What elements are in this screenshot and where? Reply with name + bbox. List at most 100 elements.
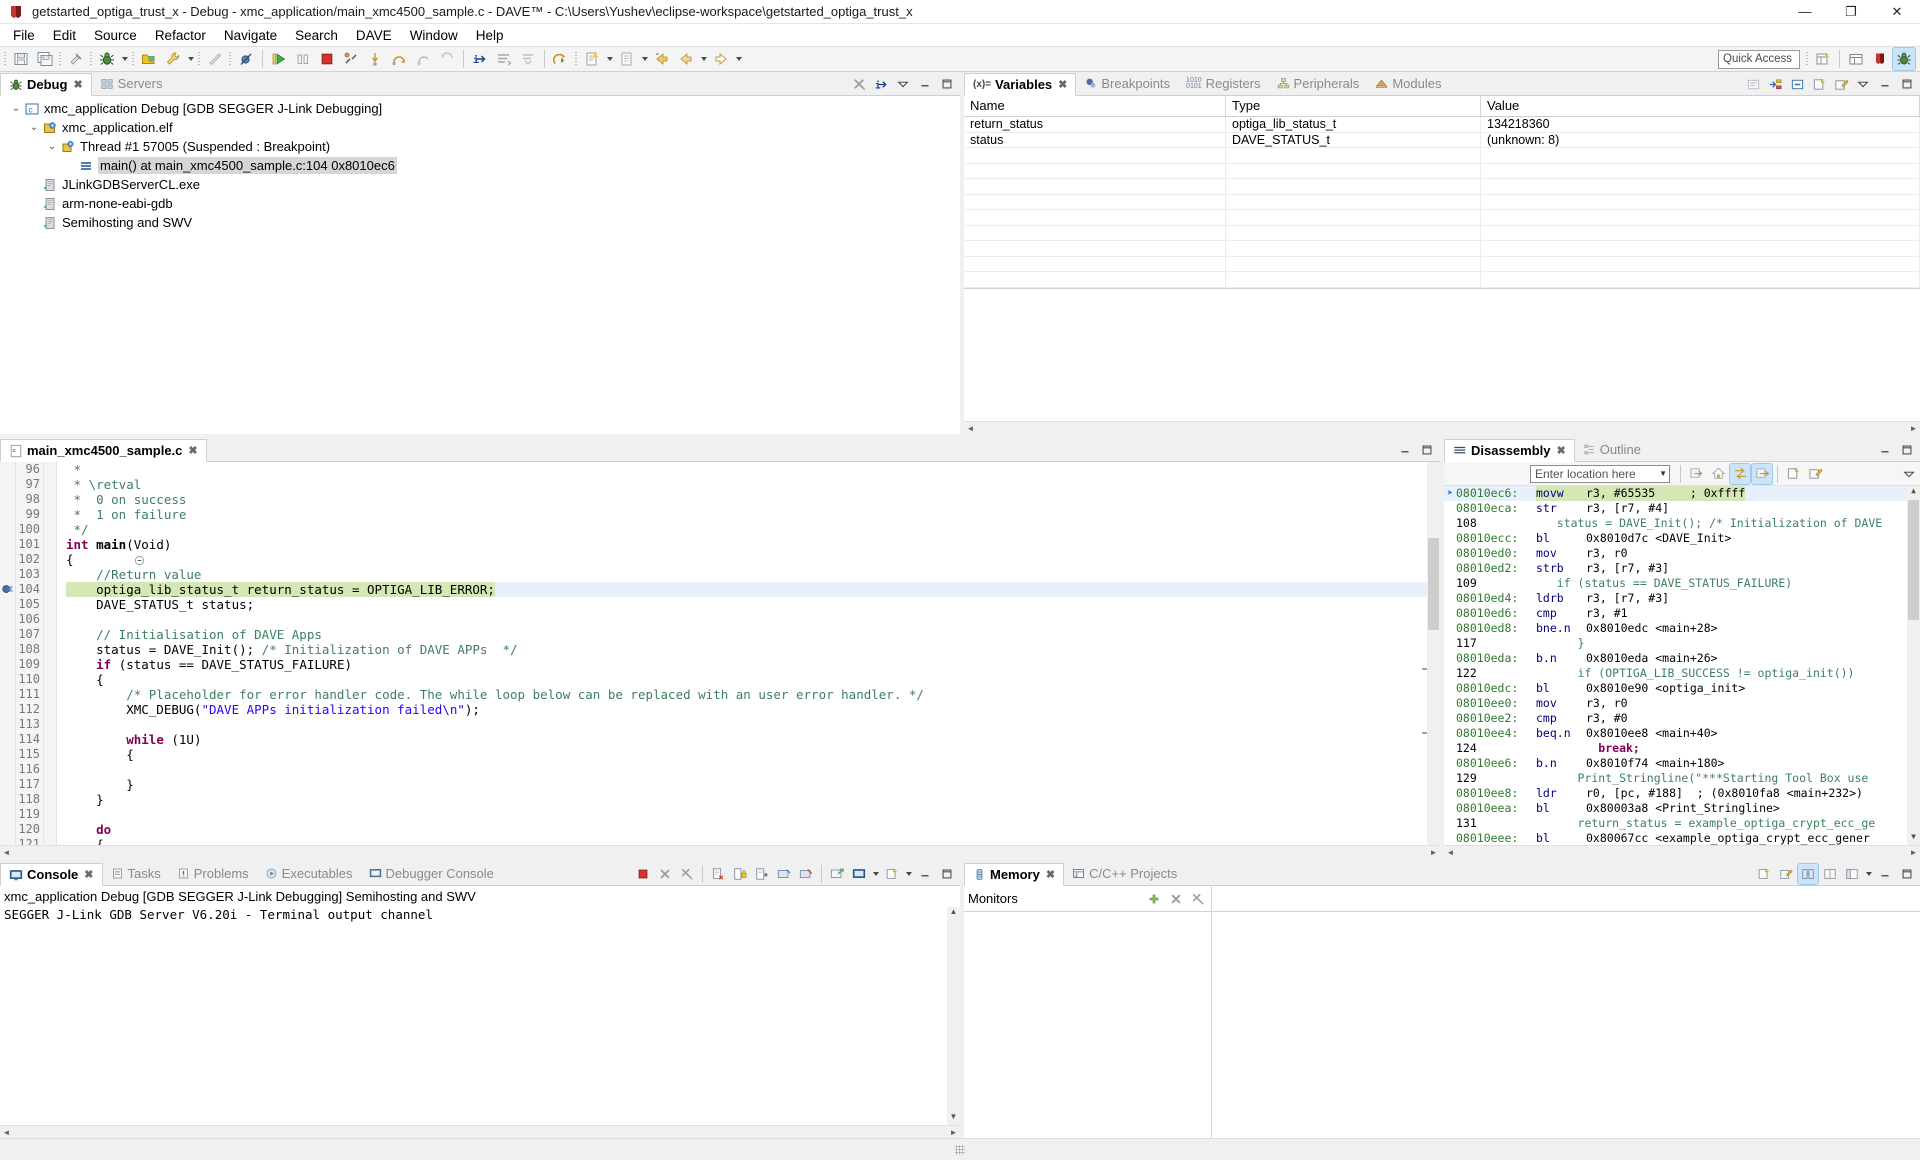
chevron-down-icon[interactable]: ⌄: [26, 120, 42, 136]
variable-value-cell[interactable]: (unknown: 8): [1481, 133, 1920, 148]
show-logical-structure-button[interactable]: [1765, 74, 1785, 94]
open-project-button[interactable]: [138, 48, 160, 70]
disassembly-row[interactable]: 08010ee8: ldr r0, [pc, #188] ; (0x8010fa…: [1444, 786, 1907, 801]
link-with-active-debug-context-button[interactable]: [1686, 464, 1706, 484]
menu-dave[interactable]: DAVE: [347, 26, 401, 45]
instruction-stepping-button[interactable]: i: [469, 48, 491, 70]
variables-horizontal-scrollbar[interactable]: ◄ ►: [964, 421, 1920, 434]
debug-tree[interactable]: ⌄ c xmc_application Debug [GDB SEGGER J-…: [0, 96, 960, 434]
toolbar-drag-handle[interactable]: [3, 50, 8, 68]
add-watch-expression-button[interactable]: [1809, 74, 1829, 94]
editor-horizontal-scrollbar[interactable]: ◄ ►: [0, 845, 1440, 858]
toggle-split-pane-button[interactable]: [1820, 864, 1840, 884]
terminate-button[interactable]: [316, 48, 338, 70]
scroll-left-icon[interactable]: ◄: [0, 848, 13, 857]
tab-variables-close-icon[interactable]: ✖: [1058, 78, 1067, 91]
fold-collapse-icon[interactable]: [44, 537, 56, 552]
disassembly-row[interactable]: 08010ee2: cmp r3, #0: [1444, 711, 1907, 726]
code-line-highlighted[interactable]: optiga_lib_status_t return_status = OPTI…: [66, 582, 1427, 597]
resize-grip[interactable]: [955, 1145, 965, 1155]
tab-main-xmc4500-sample-c[interactable]: c main_xmc4500_sample.c ✖: [0, 439, 207, 462]
editor-scroll-thumb[interactable]: [1428, 538, 1439, 630]
tab-console-close-icon[interactable]: ✖: [84, 868, 93, 881]
console-body[interactable]: xmc_application Debug [GDB SEGGER J-Link…: [0, 886, 960, 1138]
debug-maximize-button[interactable]: [937, 74, 957, 94]
disassembly-row[interactable]: 08010ee0: mov r3, r0: [1444, 696, 1907, 711]
skip-breakpoints-button[interactable]: [235, 48, 257, 70]
column-header-type[interactable]: Type: [1226, 96, 1481, 116]
menu-navigate[interactable]: Navigate: [215, 26, 286, 45]
perspective-cpp-button[interactable]: [1845, 48, 1867, 70]
clear-console-button[interactable]: [708, 864, 728, 884]
variable-name-cell[interactable]: (x)= return_status: [964, 117, 1226, 132]
variable-value-cell[interactable]: 134218360: [1481, 117, 1920, 132]
disassembly-row[interactable]: 08010ecc: bl 0x8010d7c <DAVE_Init>: [1444, 531, 1907, 546]
scroll-lock-button[interactable]: [730, 864, 750, 884]
next-annotation-button[interactable]: [710, 48, 732, 70]
console-maximize-button[interactable]: [937, 864, 957, 884]
maximize-window-button[interactable]: ❐: [1828, 0, 1874, 24]
memory-renderings-pane[interactable]: [1212, 886, 1920, 1138]
open-console-button[interactable]: [849, 864, 869, 884]
scroll-right-icon[interactable]: ►: [1427, 848, 1440, 857]
disassembly-row[interactable]: 08010ed0: mov r3, r0: [1444, 546, 1907, 561]
word-wrap-button[interactable]: [752, 864, 772, 884]
debug-dropdown-arrow[interactable]: [119, 48, 130, 70]
column-header-value[interactable]: Value: [1481, 96, 1920, 116]
tab-debugger-console[interactable]: Debugger Console: [361, 862, 502, 885]
toggle-memory-monitors-pane-button[interactable]: [1842, 864, 1862, 884]
editor-minimize-button[interactable]: [1395, 440, 1415, 460]
variables-maximize-button[interactable]: [1897, 74, 1917, 94]
tab-tasks[interactable]: Tasks: [103, 862, 169, 885]
chevron-down-icon[interactable]: ⌄: [44, 139, 60, 155]
quick-access-input[interactable]: Quick Access: [1718, 50, 1800, 69]
debug-minimize-button[interactable]: [915, 74, 935, 94]
disassembly-scroll-thumb[interactable]: [1908, 500, 1919, 620]
tree-item-semihosting[interactable]: Semihosting and SWV: [0, 213, 960, 232]
add-memory-monitor-button[interactable]: [1144, 889, 1164, 909]
tab-breakpoints[interactable]: Breakpoints: [1076, 72, 1178, 95]
menu-window[interactable]: Window: [401, 26, 467, 45]
memory-maximize-button[interactable]: [1897, 864, 1917, 884]
tree-item-gdb-server[interactable]: JLinkGDBServerCL.exe: [0, 175, 960, 194]
link-memory-rendering-panes-button[interactable]: [1798, 864, 1818, 884]
table-row[interactable]: (x)= status DAVE_STATUS_t (unknown: 8): [964, 133, 1920, 149]
pin-console-button[interactable]: [796, 864, 816, 884]
tab-disassembly-close-icon[interactable]: ✖: [1557, 444, 1566, 457]
disassembly-horizontal-scrollbar[interactable]: ◄ ►: [1444, 845, 1920, 858]
tab-debug[interactable]: Debug ✖: [0, 73, 92, 96]
scroll-left-icon[interactable]: ◄: [0, 1128, 13, 1137]
disassembly-row[interactable]: 08010ed4: ldrb r3, [r7, #3]: [1444, 591, 1907, 606]
scroll-right-icon[interactable]: ►: [1907, 424, 1920, 433]
show-debug-toolbar-button[interactable]: [493, 48, 515, 70]
debug-view-menu-button[interactable]: [893, 74, 913, 94]
disassembly-row[interactable]: 08010ed6: cmp r3, #1: [1444, 606, 1907, 621]
show-symbols-button[interactable]: [1752, 464, 1772, 484]
tree-item-elf[interactable]: ⌄ xmc_application.elf: [0, 118, 960, 137]
chevron-down-icon[interactable]: ▼: [1659, 469, 1667, 478]
menu-source[interactable]: Source: [85, 26, 146, 45]
tab-memory-close-icon[interactable]: ✖: [1046, 868, 1055, 881]
menu-edit[interactable]: Edit: [44, 26, 85, 45]
scroll-left-icon[interactable]: ◄: [1444, 848, 1457, 857]
menu-refactor[interactable]: Refactor: [146, 26, 215, 45]
disassembly-row-current[interactable]: ➤ 08010ec6: movwr3, #65535 ; 0xffff: [1444, 486, 1907, 501]
disassembly-row[interactable]: 08010ed8: bne.n 0x8010edc <main+28>: [1444, 621, 1907, 636]
save-button[interactable]: [10, 48, 32, 70]
perspective-dave-button[interactable]: [1869, 48, 1891, 70]
remove-all-terminated-launches-button[interactable]: [677, 864, 697, 884]
step-over-button[interactable]: [388, 48, 410, 70]
new-file-dropdown-arrow[interactable]: [604, 48, 615, 70]
tab-executables[interactable]: Executables: [257, 862, 361, 885]
scroll-up-icon[interactable]: ▲: [1907, 486, 1920, 499]
column-header-name[interactable]: Name: [964, 96, 1226, 116]
disassembly-maximize-button[interactable]: [1897, 440, 1917, 460]
close-window-button[interactable]: ✕: [1874, 0, 1920, 24]
new-renderings-button[interactable]: [1754, 864, 1774, 884]
variables-view-menu-button[interactable]: [1853, 74, 1873, 94]
variables-minimize-button[interactable]: [1875, 74, 1895, 94]
table-row[interactable]: (x)= return_status optiga_lib_status_t 1…: [964, 117, 1920, 133]
disassembly-row[interactable]: 08010ee4: beq.n 0x8010ee8 <main+40>: [1444, 726, 1907, 741]
build-all-button[interactable]: [65, 48, 87, 70]
show-source-button[interactable]: [1730, 464, 1750, 484]
